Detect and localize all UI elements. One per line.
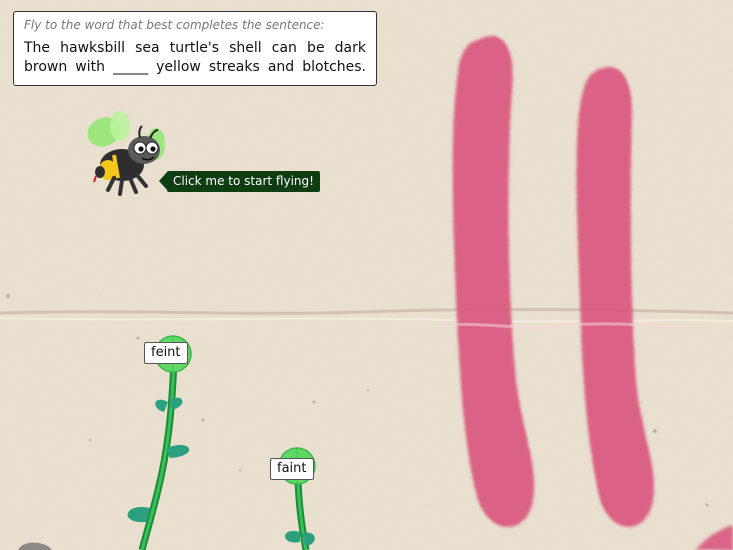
answer-word-label[interactable]: faint <box>270 458 314 480</box>
flower-answer-1[interactable]: feint <box>110 330 210 550</box>
prompt-instruction: Fly to the word that best completes the … <box>24 18 325 32</box>
answer-word-label[interactable]: feint <box>144 342 188 364</box>
game-stage: Fly to the word that best completes the … <box>0 0 733 550</box>
tooltip-label: Click me to start flying! <box>167 171 320 192</box>
flower-answer-2[interactable]: faint <box>250 442 340 550</box>
prompt-sentence: The hawksbill sea turtle's shell can be … <box>24 40 366 75</box>
prompt-box: Fly to the word that best completes the … <box>13 11 377 86</box>
